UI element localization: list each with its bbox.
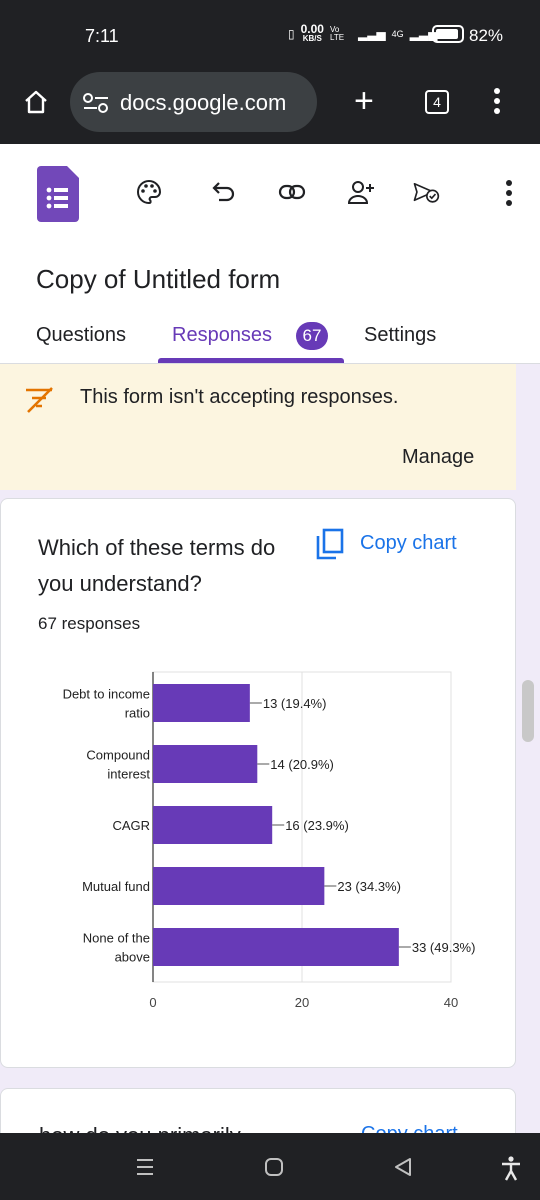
bar[interactable] xyxy=(153,867,325,905)
tab-switcher-button[interactable]: 4 xyxy=(425,90,449,114)
bar[interactable] xyxy=(153,928,399,966)
recent-apps-icon[interactable] xyxy=(135,1157,155,1177)
category-label: Mutual fund xyxy=(82,879,150,894)
home-icon[interactable] xyxy=(22,88,50,116)
x-tick-label: 40 xyxy=(444,995,458,1010)
google-forms-logo[interactable] xyxy=(37,166,79,222)
active-tab-indicator xyxy=(158,358,344,363)
not-accepting-banner: This form isn't accepting responses. Man… xyxy=(0,364,516,490)
responses-bar-chart: 0 20 40 Debt to income ratio 13 (19.4%) Compou… xyxy=(63,671,476,1010)
battery-icon xyxy=(432,25,464,43)
banner-message: This form isn't accepting responses. xyxy=(80,386,399,408)
response-count: 67 responses xyxy=(38,614,141,633)
signal-icon: ▂▃▅ xyxy=(357,27,386,41)
bar[interactable] xyxy=(153,806,273,844)
copy-chart-button[interactable]: Copy chart xyxy=(360,532,457,555)
question-title: Which of these terms do you understand? xyxy=(38,535,276,596)
data-label: 16 (23.9%) xyxy=(285,818,349,833)
accessibility-icon[interactable] xyxy=(500,1155,522,1181)
form-title[interactable]: Copy of Untitled form xyxy=(36,264,280,295)
network-type: 4G xyxy=(391,29,404,39)
url-text[interactable]: docs.google.com xyxy=(120,90,286,116)
category-label: interest xyxy=(107,767,150,782)
browser-menu-icon[interactable] xyxy=(494,88,500,118)
manage-button[interactable]: Manage xyxy=(402,446,474,469)
category-label: ratio xyxy=(125,706,150,721)
tab-settings[interactable]: Settings xyxy=(364,324,436,347)
back-nav-icon[interactable] xyxy=(393,1157,413,1177)
data-label: 14 (20.9%) xyxy=(270,757,334,772)
bar[interactable] xyxy=(153,684,250,722)
x-tick-label: 20 xyxy=(295,995,309,1010)
palette-icon[interactable] xyxy=(135,178,163,206)
copy-icon[interactable] xyxy=(316,528,346,560)
status-icons: ▯ 0.00 KB/S Vo LTE ▂▃▅ 4G ▂▃▅ xyxy=(288,22,437,44)
home-nav-icon[interactable] xyxy=(264,1157,284,1177)
scrollbar-thumb[interactable] xyxy=(522,680,534,742)
battery-percent: 82% xyxy=(469,26,504,45)
data-label: 13 (19.4%) xyxy=(263,696,327,711)
more-options-icon[interactable] xyxy=(506,180,512,206)
category-label: None of the xyxy=(83,931,150,946)
site-settings-icon[interactable] xyxy=(82,92,110,114)
link-icon[interactable] xyxy=(278,178,306,206)
responses-count-badge: 67 xyxy=(296,322,328,350)
new-tab-icon[interactable]: + xyxy=(354,84,374,118)
category-label: Compound xyxy=(86,748,150,763)
net-speed: 0.00 KB/S xyxy=(300,22,324,43)
status-time: 7:11 xyxy=(85,26,119,46)
tab-questions[interactable]: Questions xyxy=(36,324,126,347)
responses-off-icon xyxy=(26,387,53,413)
send-icon[interactable] xyxy=(412,178,440,206)
volte-label: Vo LTE xyxy=(329,25,345,42)
add-collaborator-icon[interactable] xyxy=(347,178,375,206)
data-label: 23 (34.3%) xyxy=(337,879,401,894)
category-label: Debt to income xyxy=(63,687,150,702)
browser-toolbar: docs.google.com + 4 xyxy=(0,72,540,144)
category-label: above xyxy=(115,950,150,965)
x-tick-label: 0 xyxy=(149,995,156,1010)
undo-icon[interactable] xyxy=(209,178,237,206)
url-bar[interactable]: docs.google.com xyxy=(70,72,317,132)
bar[interactable] xyxy=(153,745,258,783)
vibrate-icon: ▯ xyxy=(288,27,295,41)
system-nav-bar xyxy=(0,1133,540,1200)
data-label: 33 (49.3%) xyxy=(412,940,476,955)
tab-responses[interactable]: Responses xyxy=(172,324,272,347)
status-bar: 7:11 ▯ 0.00 KB/S Vo LTE ▂▃▅ 4G ▂▃▅ 82% xyxy=(0,0,540,72)
category-label: CAGR xyxy=(112,818,150,833)
